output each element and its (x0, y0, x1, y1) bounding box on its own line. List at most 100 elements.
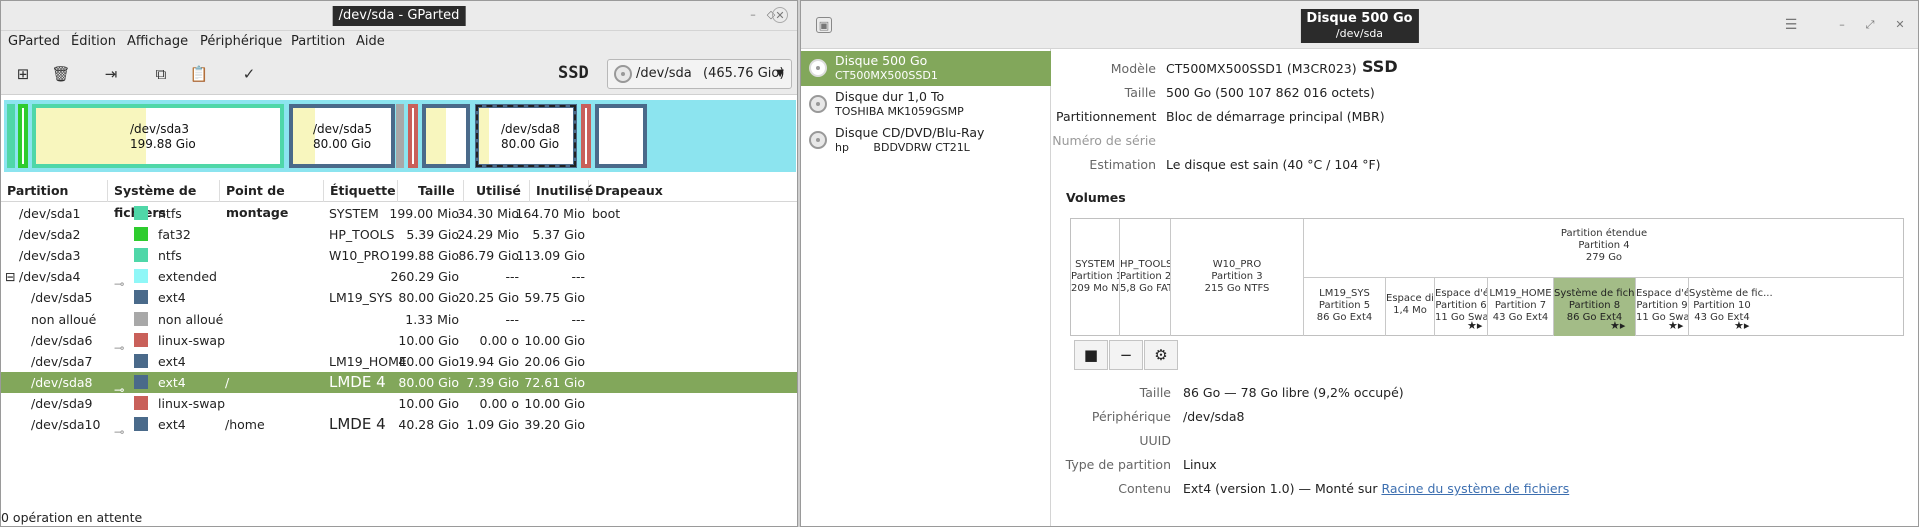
device-item-hdd[interactable]: Disque dur 1,0 To TOSHIBA MK1059GSMP (801, 87, 1051, 122)
volume-partition-7[interactable]: LM19_HOME Partition 7 43 Go Ext4 (1488, 278, 1554, 336)
volume-extended-partition[interactable]: Partition étendue Partition 4 279 Go (1304, 219, 1904, 278)
unmount-button[interactable]: ■ (1074, 340, 1108, 370)
map-sda7[interactable] (422, 104, 470, 168)
cell-size: 1.33 Mio (405, 311, 459, 327)
map-sda3[interactable]: /dev/sda3 199.88 Gio (32, 104, 284, 168)
close-icon[interactable]: ✕ (772, 7, 788, 23)
cell-partition: /dev/sda2 (19, 227, 81, 243)
map-sda1[interactable] (7, 104, 15, 168)
resize-move-icon[interactable]: ⇥ (99, 62, 123, 86)
col-unused[interactable]: Inutilisé (530, 180, 593, 202)
menu-partition[interactable]: Partition (291, 31, 345, 53)
disks-app-icon[interactable]: ▣ (816, 17, 832, 33)
volume-partition-5[interactable]: LM19_SYS Partition 5 86 Go Ext4 (1304, 278, 1386, 336)
chevron-down-icon: ▼ (776, 68, 784, 79)
volume-partition-10[interactable]: Système de fic... Partition 10 43 Go Ext4 ★… (1689, 278, 1904, 336)
cell-partition: /dev/sda1 (19, 206, 81, 221)
map-sda9[interactable] (581, 104, 591, 168)
volume-partition-3[interactable]: W10_PRO Partition 3 215 Go NTFS (1171, 219, 1304, 336)
partition-map[interactable]: /dev/sda3 199.88 Gio /dev/sda5 80.00 Gio /… (4, 100, 796, 172)
cell-filesystem: non alloué (158, 311, 224, 327)
map-unallocated[interactable] (396, 104, 404, 168)
menu-peripherique[interactable]: Périphérique (200, 31, 282, 53)
device-list: Disque 500 Go CT500MX500SSD1 Disque dur … (801, 49, 1051, 526)
menu-gparted[interactable]: GParted (8, 31, 60, 53)
copy-icon[interactable]: ⧉ (149, 62, 173, 86)
collapse-icon[interactable]: ⊟ (5, 266, 15, 287)
cell-size: 199.00 Mio (389, 206, 459, 221)
new-partition-icon[interactable]: ⊞ (11, 62, 35, 86)
map-sda3-label: /dev/sda3 199.88 Gio (130, 122, 196, 151)
cell-label: HP_TOOLS (329, 227, 395, 243)
map-sda2[interactable] (18, 104, 28, 168)
volume-partition-9[interactable]: Espace d'éc...Partition 911 Go Swap★▸ (1636, 278, 1689, 336)
col-flags[interactable]: Drapeaux (589, 180, 663, 202)
table-row[interactable]: /dev/sda7 ext4 LM19_HOME 40.00 Gio 19.94 Gio… (1, 351, 797, 372)
map-sda8[interactable]: /dev/sda8 80.00 Gio (475, 104, 577, 168)
table-row[interactable]: /dev/sda10 ⊸ ext4/home LMDE 4 40.28 Gio 1.09 … (1, 414, 797, 439)
map-sda5-label: /dev/sda5 80.00 Gio (313, 122, 373, 151)
ssd-icon (809, 59, 827, 77)
menu-aide[interactable]: Aide (356, 31, 385, 53)
cell-label: LMDE 4 (329, 415, 386, 433)
close-icon[interactable]: ✕ (1892, 17, 1908, 33)
cell-unused: 39.20 Gio (524, 417, 585, 432)
cell-partition: /dev/sda9 (31, 395, 93, 411)
key-uuid: UUID (1139, 433, 1171, 448)
fs-color-swatch (134, 374, 148, 389)
paste-icon[interactable]: 📋 (187, 62, 211, 86)
device-item-optical[interactable]: Disque CD/DVD/Blu-Ray hp BDDVDRW CT21L (801, 123, 1051, 158)
col-used[interactable]: Utilisé (464, 180, 530, 202)
table-row[interactable]: /dev/sda1 ntfs SYSTEM 199.00 Mio 34.30 Mio 16… (1, 203, 797, 224)
volume-partition-6[interactable]: Espace d'éc...Partition 611 Go Swap★▸ (1435, 278, 1488, 336)
cell-used: --- (505, 269, 519, 285)
table-row[interactable]: ⊟/dev/sda4 ⊸ extended 260.29 Gio --- --- (1, 266, 797, 292)
table-row[interactable]: /dev/sda6 ⊸ linux-swap 10.00 Gio 0.00 o 10.00… (1, 330, 797, 355)
delete-icon[interactable]: 🗑 (49, 62, 73, 86)
cell-filesystem: ext4 (158, 353, 186, 369)
col-label[interactable]: Étiquette (324, 180, 398, 202)
menu-edition[interactable]: Édition (71, 31, 116, 53)
delete-partition-button[interactable]: − (1109, 340, 1143, 370)
col-mountpoint[interactable]: Point de montage (220, 180, 324, 220)
col-size[interactable]: Taille (398, 180, 464, 202)
apply-icon[interactable]: ✓ (237, 62, 261, 86)
map-sda6[interactable] (408, 104, 418, 168)
cell-size: 10.00 Gio (398, 332, 459, 348)
device-selector[interactable]: /dev/sda (465.76 Gio) ▼ (607, 59, 792, 89)
menu-icon[interactable]: ☰ (1783, 17, 1799, 33)
minimize-icon[interactable]: – (745, 7, 761, 23)
col-filesystem[interactable]: Système de fichiers (108, 180, 220, 220)
disks-subtitle: /dev/sda (1335, 27, 1384, 40)
key-icon: ⊸ (114, 276, 125, 292)
table-row[interactable]: /dev/sda9 linux-swap 10.00 Gio 0.00 o 10.00 … (1, 393, 797, 414)
star-icon: ★▸ (1610, 319, 1626, 332)
table-row[interactable]: non alloué non alloué 1.33 Mio --- --- (1, 309, 797, 330)
map-sda10[interactable] (595, 104, 647, 168)
minimize-icon[interactable]: – (1834, 17, 1850, 33)
mount-point-link[interactable]: Racine du système de fichiers (1381, 481, 1569, 496)
table-row[interactable]: /dev/sda2 fat32 HP_TOOLS 5.39 Gio 24.29 Mio 5… (1, 224, 797, 245)
ssd-label: SSD (558, 63, 589, 83)
volume-free-space[interactable]: Espace dis...1,4 Mo (1386, 278, 1435, 336)
table-row[interactable]: /dev/sda3 ntfs W10_PRO 199.88 Gio 86.79 Gio 1… (1, 245, 797, 266)
volume-partition-1[interactable]: SYSTEMPartition 1209 Mo NT... (1071, 219, 1120, 336)
volume-partition-2[interactable]: HP_TOOLS Partition 2 5,8 Go FAT (1120, 219, 1171, 336)
volume-partition-8[interactable]: Système de fichiersPartition 886 Go Ext4… (1554, 278, 1636, 336)
key-device: Périphérique (1091, 409, 1171, 424)
menu-affichage[interactable]: Affichage (127, 31, 188, 53)
fs-color-swatch (134, 248, 148, 263)
cell-unused: --- (571, 269, 585, 285)
maximize-icon[interactable]: ⤢ (1862, 17, 1878, 33)
device-item-ssd[interactable]: Disque 500 Go CT500MX500SSD1 (801, 51, 1051, 86)
cell-size: 80.00 Gio (398, 290, 459, 306)
table-row[interactable]: /dev/sda8 ⊸ ext4 / LMDE 4 80.00 Gio 7.39 Gio 72… (1, 371, 797, 397)
key-partitioning: Partitionnement (1056, 109, 1157, 124)
map-sda8-label: /dev/sda8 80.00 Gio (501, 122, 561, 151)
cell-partition: /dev/sda7 (31, 353, 93, 369)
cell-unused: 5.37 Gio (532, 227, 585, 243)
col-partition[interactable]: Partition (1, 180, 108, 202)
table-row[interactable]: /dev/sda5 ext4 LM19_SYS 80.00 Gio 20.25 Gio 5… (1, 287, 797, 308)
map-sda5[interactable]: /dev/sda5 80.00 Gio (289, 104, 395, 168)
gear-icon[interactable]: ⚙ (1144, 340, 1178, 370)
